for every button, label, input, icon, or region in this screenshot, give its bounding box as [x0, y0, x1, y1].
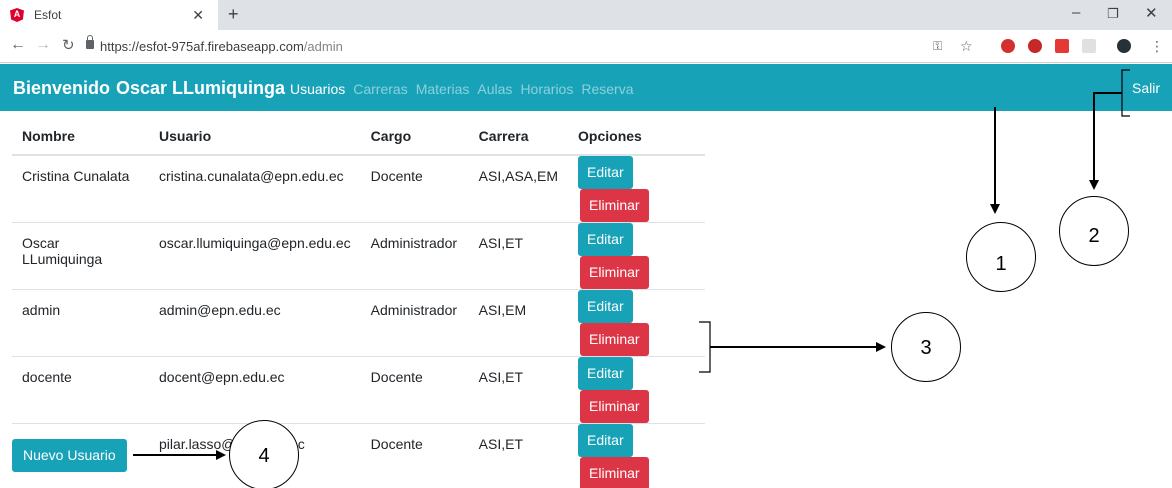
cell-opciones: EditarEliminar [568, 356, 705, 424]
table-row: Cristina Cunalata cristina.cunalata@epn.… [12, 154, 705, 223]
edit-button[interactable]: Editar [578, 357, 633, 390]
cell-carrera: ASI,EM [468, 289, 569, 357]
browser-tab-bar: A Esfot ✕ + – ❐ ✕ [0, 0, 1172, 30]
column-header-usuario: Usuario [149, 117, 361, 156]
edit-button[interactable]: Editar [578, 156, 633, 189]
delete-button[interactable]: Eliminar [580, 189, 649, 222]
office-extension-icon[interactable] [1055, 39, 1069, 53]
delete-button[interactable]: Eliminar [580, 457, 649, 488]
cell-carrera: ASI,ET [468, 356, 569, 424]
cell-cargo: Docente [360, 356, 469, 424]
users-table: Nombre Usuario Cargo Carrera Opciones Cr… [12, 117, 705, 488]
table-row: admin admin@epn.edu.ec Administrador ASI… [12, 289, 705, 357]
forward-icon[interactable]: → [35, 36, 51, 54]
nav-links: Usuarios Carreras Materias Aulas Horario… [290, 81, 633, 97]
close-tab-icon[interactable]: ✕ [192, 7, 204, 24]
cell-usuario: admin@epn.edu.ec [149, 289, 361, 357]
nav-link-horarios[interactable]: Horarios [520, 81, 573, 97]
cell-cargo: Docente [360, 154, 469, 223]
column-header-nombre: Nombre [12, 117, 149, 156]
callout-2: 2 [1059, 196, 1129, 266]
nav-link-aulas[interactable]: Aulas [477, 81, 512, 97]
url-path: /admin [303, 39, 343, 54]
browser-address-bar: ← → ↻ https://esfot-975af.firebaseapp.co… [0, 30, 1172, 63]
nav-link-carreras[interactable]: Carreras [353, 81, 407, 97]
callout-4: 4 [229, 420, 299, 488]
lock-icon [86, 35, 94, 49]
browser-tab[interactable]: A Esfot ✕ [0, 0, 218, 30]
cell-nombre: Oscar LLumiquinga [12, 222, 149, 290]
cell-cargo: Administrador [360, 222, 469, 290]
opera-extension-icon[interactable] [1001, 39, 1015, 53]
tab-title: Esfot [34, 8, 62, 22]
pdf-extension-icon[interactable] [1082, 39, 1096, 53]
cell-nombre: Cristina Cunalata [12, 154, 149, 223]
cell-usuario: docent@epn.edu.ec [149, 356, 361, 424]
delete-button[interactable]: Eliminar [580, 256, 649, 289]
column-header-carrera: Carrera [468, 117, 569, 156]
nav-link-reserva[interactable]: Reserva [581, 81, 633, 97]
cell-nombre: docente [12, 356, 149, 424]
restore-icon[interactable]: ❐ [1107, 6, 1119, 22]
edit-button[interactable]: Editar [578, 424, 633, 457]
reload-icon[interactable]: ↻ [62, 36, 75, 54]
cell-usuario: oscar.llumiquinga@epn.edu.ec [149, 222, 361, 290]
table-row: docente docent@epn.edu.ec Docente ASI,ET… [12, 356, 705, 424]
cell-cargo: Docente [360, 423, 469, 488]
table-row: Oscar LLumiquinga oscar.llumiquinga@epn.… [12, 222, 705, 290]
window-close-icon[interactable]: ✕ [1145, 4, 1158, 22]
cell-carrera: ASI,ET [468, 222, 569, 290]
profile-avatar[interactable] [1117, 39, 1131, 53]
column-header-cargo: Cargo [360, 117, 469, 156]
callout-3: 3 [891, 312, 961, 382]
brand-welcome: Bienvenido Oscar LLumiquinga [13, 78, 286, 98]
cell-carrera: ASI,ET [468, 423, 569, 488]
delete-button[interactable]: Eliminar [580, 323, 649, 356]
cell-nombre: admin [12, 289, 149, 357]
menu-kebab-icon[interactable]: ⋮ [1150, 38, 1164, 55]
delete-button[interactable]: Eliminar [580, 390, 649, 423]
angular-favicon-icon: A [10, 8, 24, 22]
url-field[interactable]: https://esfot-975af.firebaseapp.com/admi… [100, 39, 343, 54]
edit-button[interactable]: Editar [578, 290, 633, 323]
edit-button[interactable]: Editar [578, 223, 633, 256]
logout-link[interactable]: Salir [1132, 80, 1160, 96]
back-icon[interactable]: ← [10, 36, 26, 54]
column-header-opciones: Opciones [568, 117, 705, 156]
app-navbar: Bienvenido Oscar LLumiquinga Usuarios Car… [0, 64, 1172, 111]
key-icon[interactable]: ⚿ [933, 39, 942, 54]
table-header-row: Nombre Usuario Cargo Carrera Opciones [12, 117, 705, 156]
new-user-button[interactable]: Nuevo Usuario [12, 439, 127, 472]
new-tab-icon[interactable]: + [228, 4, 239, 25]
bookmark-star-icon[interactable]: ☆ [960, 38, 973, 55]
callout-1: 1 [966, 222, 1036, 292]
adblock-extension-icon[interactable] [1028, 39, 1042, 53]
cell-usuario: cristina.cunalata@epn.edu.ec [149, 154, 361, 223]
cell-opciones: EditarEliminar [568, 289, 705, 357]
minimize-icon[interactable]: – [1072, 4, 1080, 21]
nav-link-materias[interactable]: Materias [416, 81, 470, 97]
cell-carrera: ASI,ASA,EM [468, 154, 569, 223]
cell-opciones: EditarEliminar [568, 154, 705, 223]
url-host: https://esfot-975af.firebaseapp.com [100, 39, 304, 54]
nav-link-usuarios[interactable]: Usuarios [290, 81, 345, 97]
cell-opciones: EditarEliminar [568, 423, 705, 488]
cell-opciones: EditarEliminar [568, 222, 705, 290]
cell-cargo: Administrador [360, 289, 469, 357]
